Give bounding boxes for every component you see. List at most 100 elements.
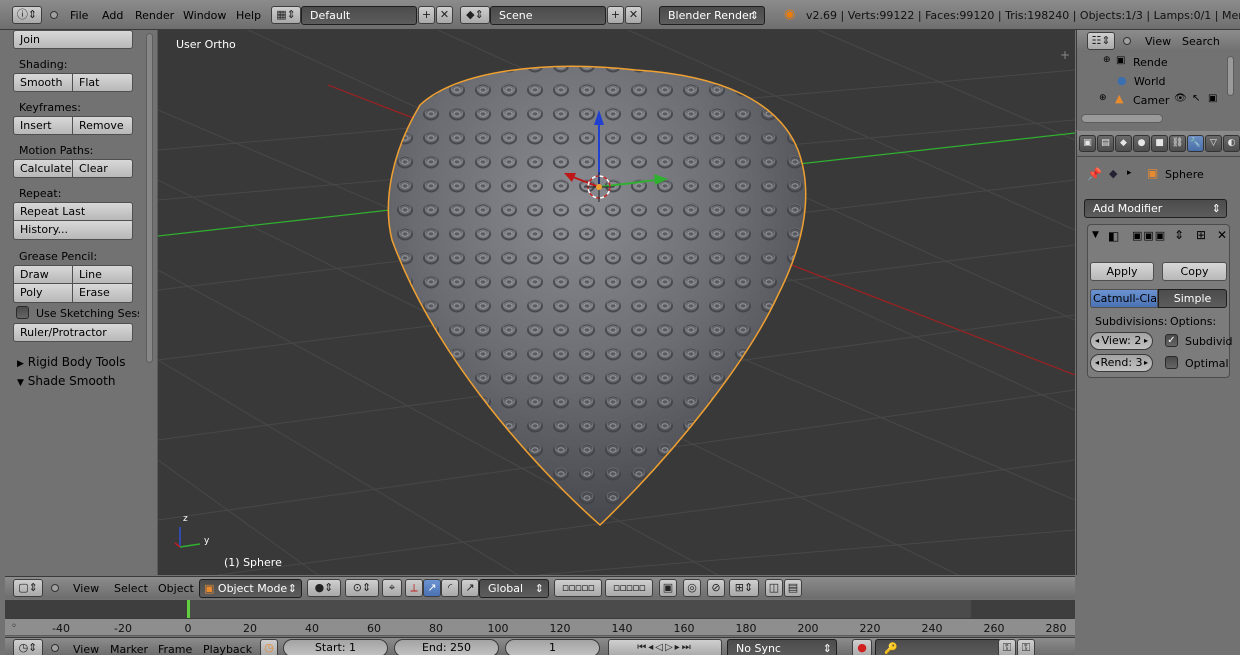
delete-keyframe-icon[interactable]: ⚿: [1017, 639, 1035, 655]
transform-orientation-icon[interactable]: ↗: [461, 579, 479, 597]
pivot-point-icon[interactable]: ⊙⇕: [345, 579, 379, 597]
scene-icon[interactable]: ◆⇕: [460, 6, 490, 24]
current-frame-field[interactable]: 1: [505, 639, 600, 655]
pin-icon[interactable]: 📌: [1087, 167, 1102, 181]
screen-layout-icon[interactable]: ▦⇕: [271, 6, 301, 24]
proportional-edit-icon[interactable]: ◎: [683, 579, 701, 597]
view-levels-field[interactable]: ◂ View: 2 ▸: [1090, 332, 1153, 350]
outliner-collapse-icon[interactable]: [1123, 37, 1131, 45]
interaction-mode-select[interactable]: ▣ Object Mode ⇕: [199, 579, 302, 598]
transform-orientation-select[interactable]: Global ⇕: [479, 579, 549, 598]
viewport-corner-widget-icon[interactable]: +: [1060, 48, 1070, 62]
opengl-render-icon[interactable]: ◫: [765, 579, 783, 597]
add-screen-icon[interactable]: +: [418, 6, 435, 24]
catmull-clark-button[interactable]: Catmull-Clark: [1090, 289, 1158, 308]
decrement-arrow-icon[interactable]: ◂: [1095, 333, 1099, 349]
snap-toggle-icon[interactable]: ⊘: [707, 579, 725, 597]
scene-field[interactable]: Scene: [490, 6, 606, 25]
selectable-cursor-icon[interactable]: ↖: [1192, 93, 1200, 104]
tab-render-icon[interactable]: ▣: [1079, 135, 1096, 152]
timeline-ruler[interactable]: ◦ -40 -20 0 20 40 60 80 100 120 140 160 …: [5, 618, 1075, 635]
optimal-checkbox[interactable]: [1165, 356, 1178, 369]
outliner-menu-search[interactable]: Search: [1182, 35, 1220, 48]
start-frame-field[interactable]: Start: 1: [283, 639, 388, 655]
move-up-down-icon[interactable]: ⇕: [1174, 228, 1184, 242]
screen-layout-field[interactable]: Default: [301, 6, 417, 25]
render-engine-select[interactable]: Blender Render ⇕: [659, 6, 765, 25]
add-modifier-select[interactable]: Add Modifier ⇕: [1084, 199, 1227, 218]
opengl-animation-icon[interactable]: ▤: [784, 579, 802, 597]
timeline-collapse-icon[interactable]: [51, 644, 59, 652]
tab-scene-icon[interactable]: ◆: [1115, 135, 1132, 152]
outliner-menu-view[interactable]: View: [1145, 35, 1171, 48]
line-button[interactable]: Line: [73, 265, 133, 284]
renderable-camera-icon[interactable]: ▣: [1208, 93, 1217, 104]
outliner-item-camera[interactable]: ⊕ ▲ Camer 👁 ↖ ▣: [1099, 92, 1239, 110]
tab-object-icon[interactable]: ■: [1151, 135, 1168, 152]
collapse-triangle-icon[interactable]: ▼: [1092, 230, 1099, 240]
current-frame-marker[interactable]: [187, 600, 190, 618]
menu-add[interactable]: Add: [102, 9, 123, 22]
outliner-editor-type-icon[interactable]: ☷⇕: [1087, 32, 1115, 50]
calculate-button[interactable]: Calculate: [13, 159, 73, 178]
collapse-menu-icon[interactable]: [50, 11, 58, 19]
timeline-menu-marker[interactable]: Marker: [110, 643, 148, 655]
snap-element-icon[interactable]: ⊞⇕: [729, 579, 759, 597]
modifier-toggles-icon[interactable]: ▣▣▣: [1132, 229, 1166, 242]
remove-modifier-icon[interactable]: ✕: [1217, 228, 1227, 242]
remove-keyframe-button[interactable]: Remove: [73, 116, 133, 135]
menu-help[interactable]: Help: [236, 9, 261, 22]
rotate-manipulator-icon[interactable]: ↗: [423, 579, 441, 597]
sync-mode-select[interactable]: No Sync ⇕: [727, 639, 837, 655]
shade-smooth-panel-toggle[interactable]: ▼ Shade Smooth: [17, 374, 115, 388]
draw-button[interactable]: Draw: [13, 265, 73, 284]
3d-view-editor-type-icon[interactable]: ▢⇕: [13, 579, 43, 597]
timeline-editor-type-icon[interactable]: ◷⇕: [13, 639, 43, 655]
smooth-button[interactable]: Smooth: [13, 73, 73, 92]
layers-group-2-icon[interactable]: ▫▫▫▫▫: [605, 579, 653, 597]
rigid-body-tools-toggle[interactable]: ▶ Rigid Body Tools: [17, 355, 125, 369]
menu-file[interactable]: File: [70, 9, 88, 22]
timeline-menu-view[interactable]: View: [73, 643, 99, 655]
menu-select[interactable]: Select: [114, 582, 148, 595]
menu-view[interactable]: View: [73, 582, 99, 595]
erase-button[interactable]: Erase: [73, 284, 133, 303]
modifier-drag-icon[interactable]: ⊞: [1196, 228, 1206, 242]
scale-manipulator-icon[interactable]: ◜: [441, 579, 459, 597]
tab-world-icon[interactable]: ●: [1133, 135, 1150, 152]
outliner-scrollbar[interactable]: [1081, 114, 1163, 123]
simple-button[interactable]: Simple: [1158, 289, 1227, 308]
increment-arrow-icon[interactable]: ▸: [1144, 333, 1148, 349]
join-button[interactable]: Join: [13, 30, 133, 49]
use-sketching-checkbox[interactable]: [16, 306, 29, 319]
visibility-eye-icon[interactable]: 👁: [1174, 93, 1187, 104]
decrement-arrow-icon[interactable]: ◂: [1095, 355, 1099, 371]
menu-render[interactable]: Render: [135, 9, 174, 22]
increment-arrow-icon[interactable]: ▸: [1144, 355, 1148, 371]
timeline-editor[interactable]: ◦ -40 -20 0 20 40 60 80 100 120 140 160 …: [5, 600, 1075, 636]
timeline-track[interactable]: [5, 600, 1075, 618]
playback-controls-icon[interactable]: ⏮◂◁▷▸⏭: [608, 639, 722, 655]
timeline-menu-playback[interactable]: Playback: [203, 643, 252, 655]
viewport-shading-icon[interactable]: ●⇕: [307, 579, 341, 597]
translate-manipulator-icon[interactable]: ⟂: [405, 579, 423, 597]
tab-material-icon[interactable]: ◐: [1223, 135, 1240, 152]
repeat-last-button[interactable]: Repeat Last: [13, 202, 133, 221]
flat-button[interactable]: Flat: [73, 73, 133, 92]
add-scene-icon[interactable]: +: [607, 6, 624, 24]
header-collapse-icon[interactable]: [51, 584, 59, 592]
record-keyframe-icon[interactable]: ●: [852, 639, 872, 655]
layers-group-1-icon[interactable]: ▫▫▫▫▫: [554, 579, 602, 597]
history-button[interactable]: History...: [13, 221, 133, 240]
3d-viewport[interactable]: User Ortho z y (1) Sphere +: [158, 30, 1075, 575]
tab-modifiers-icon[interactable]: 🔧: [1187, 135, 1204, 152]
timeline-menu-frame[interactable]: Frame: [158, 643, 192, 655]
tab-render-layers-icon[interactable]: ▤: [1097, 135, 1114, 152]
lock-camera-icon[interactable]: ▣: [659, 579, 677, 597]
keying-set-field[interactable]: 🔑: [875, 639, 1015, 655]
delete-screen-icon[interactable]: ✕: [436, 6, 453, 24]
copy-button[interactable]: Copy: [1162, 262, 1227, 281]
tab-constraints-icon[interactable]: ⛓: [1169, 135, 1186, 152]
tool-shelf-scrollbar[interactable]: [146, 33, 153, 363]
outliner-vscrollbar[interactable]: [1227, 56, 1234, 96]
